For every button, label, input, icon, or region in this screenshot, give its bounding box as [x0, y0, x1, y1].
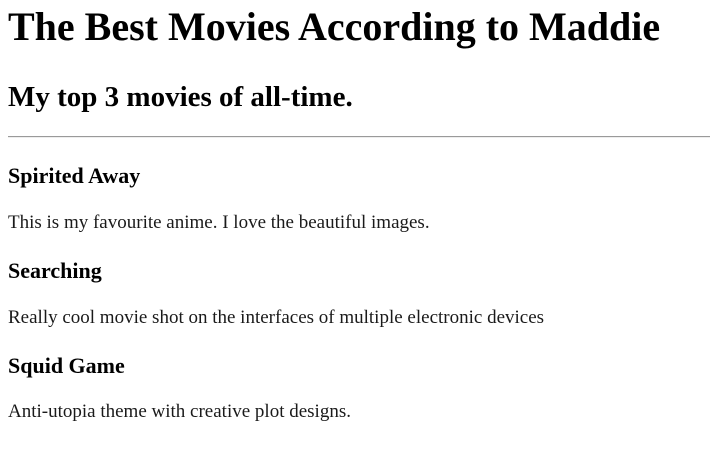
page-title: The Best Movies According to Maddie	[8, 4, 661, 49]
movie-description: This is my favourite anime. I love the b…	[8, 212, 430, 233]
movie-entry: Searching Really cool movie shot on the …	[8, 258, 710, 329]
movie-title: Spirited Away	[8, 163, 141, 188]
movie-title: Searching	[8, 258, 102, 283]
movie-entry: Spirited Away This is my favourite anime…	[8, 163, 710, 234]
movie-title: Squid Game	[8, 353, 125, 378]
movie-description: Really cool movie shot on the interfaces…	[8, 307, 545, 328]
movie-entry: Squid Game Anti-utopia theme with creati…	[8, 353, 710, 423]
page-content: The Best Movies According to Maddie My t…	[0, 0, 710, 423]
movie-description: Anti-utopia theme with creative plot des…	[8, 401, 351, 422]
divider	[8, 136, 710, 138]
page-subtitle: My top 3 movies of all-time.	[8, 81, 353, 113]
